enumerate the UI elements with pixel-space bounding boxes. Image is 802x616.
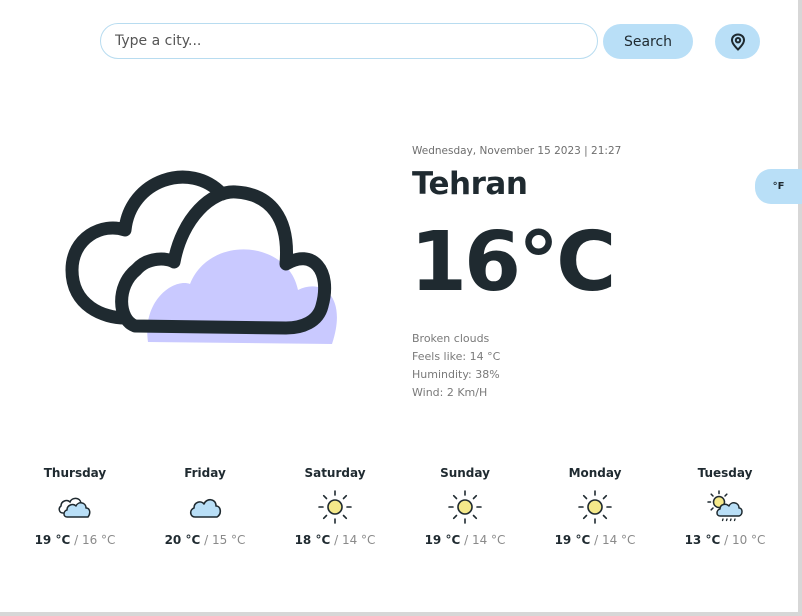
forecast-day-sunday: Sunday 19 °C / 14 °C (405, 466, 525, 547)
city-name: Tehran (412, 166, 528, 202)
sun-icon (448, 490, 482, 524)
current-date: Wednesday, November 15 2023 | 21:27 (412, 145, 622, 157)
current-location-button[interactable] (715, 24, 760, 59)
forecast-low-temp: 14 °C (341, 533, 376, 547)
forecast-low-temp: 16 °C (81, 533, 116, 547)
forecast-day-monday: Monday 19 °C / 14 °C (535, 466, 655, 547)
forecast-high-temp: 19 °C (34, 533, 71, 547)
forecast-high-temp: 13 °C (684, 533, 721, 547)
feels-like-text: Feels like: 14 °C (412, 350, 501, 363)
forecast-low-temp: 14 °C (601, 533, 636, 547)
forecast-day-tuesday: Tuesday 13 °C / 10 °C (665, 466, 785, 547)
forecast-high-temp: 18 °C (294, 533, 331, 547)
cloud-icon (189, 498, 222, 518)
forecast-day-thursday: Thursday 19 °C / 16 °C (15, 466, 135, 547)
wind-text: Wind: 2 Km/H (412, 386, 488, 399)
unit-toggle-button[interactable]: °F (755, 169, 802, 204)
window-frame-bottom (0, 612, 802, 616)
forecast-high-temp: 19 °C (554, 533, 591, 547)
forecast-high-temp: 20 °C (164, 533, 201, 547)
forecast-day-name: Monday (568, 466, 622, 480)
forecast-day-saturday: Saturday 18 °C / 14 °C (275, 466, 395, 547)
sun-cloud-rain-icon (707, 490, 743, 522)
sun-icon (578, 490, 612, 524)
sun-icon (318, 490, 352, 524)
clouds-icon (58, 497, 91, 518)
broken-clouds-icon (60, 160, 350, 364)
forecast-low-temp: 15 °C (211, 533, 246, 547)
current-temperature: 16°C (410, 215, 616, 310)
map-pin-icon (730, 32, 745, 51)
forecast-day-name: Saturday (304, 466, 366, 480)
humidity-text: Humindity: 38% (412, 368, 500, 381)
forecast-day-friday: Friday 20 °C / 15 °C (145, 466, 265, 547)
forecast-day-name: Friday (184, 466, 226, 480)
forecast-high-temp: 19 °C (424, 533, 461, 547)
weather-details: Broken clouds Feels like: 14 °C Humindit… (412, 330, 500, 402)
forecast-low-temp: 10 °C (731, 533, 766, 547)
forecast-day-name: Thursday (43, 466, 107, 480)
window-frame-right (798, 0, 802, 616)
forecast-day-name: Sunday (440, 466, 490, 480)
city-search-input[interactable] (100, 23, 598, 59)
search-button[interactable]: Search (603, 24, 693, 59)
forecast-low-temp: 14 °C (471, 533, 506, 547)
forecast-day-name: Tuesday (697, 466, 753, 480)
condition-text: Broken clouds (412, 332, 490, 345)
